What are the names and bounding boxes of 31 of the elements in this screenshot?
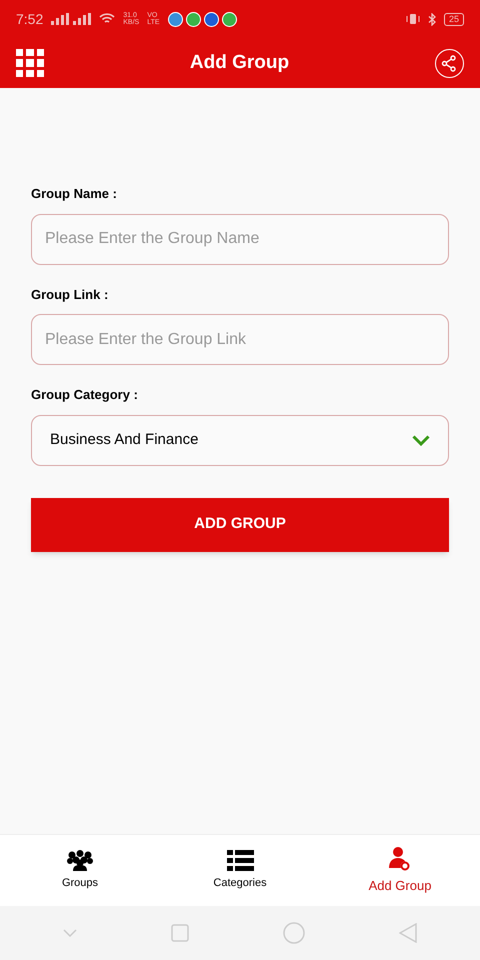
vibrate-icon <box>406 13 420 25</box>
battery-indicator: 25 <box>444 12 464 26</box>
list-icon <box>226 850 254 871</box>
home-icon[interactable] <box>283 922 305 944</box>
signal-icon <box>51 13 92 25</box>
nav-tab[interactable]: Add Group <box>368 876 432 896</box>
wifi-icon <box>99 13 116 25</box>
field-label: Group Category : <box>31 386 139 404</box>
category-dropdown[interactable]: Business And Finance <box>31 414 449 466</box>
field-label: Group Link : <box>31 286 110 304</box>
app-notification-icon <box>168 12 183 26</box>
add-group-button[interactable]: ADD GROUP <box>31 498 449 552</box>
bluetooth-icon <box>428 12 436 26</box>
page-title: Add Group <box>190 50 290 75</box>
text-input-field[interactable]: Please Enter the Group Link <box>31 314 449 365</box>
text-input-field[interactable]: Please Enter the Group Name <box>31 214 449 264</box>
clock-text: 7:52 <box>16 10 44 28</box>
user-add-icon <box>388 846 412 872</box>
app-notification-icon <box>186 12 201 26</box>
chevron-down-icon[interactable] <box>63 929 77 937</box>
square-icon[interactable] <box>171 924 189 942</box>
chevron-down-icon <box>412 434 430 446</box>
menu-icon[interactable] <box>16 49 44 77</box>
app-notification-icon <box>222 12 237 26</box>
nav-tab[interactable]: Groups <box>62 875 98 892</box>
field-label: Group Name : <box>31 185 118 203</box>
back-icon[interactable] <box>399 923 417 943</box>
share-icon[interactable] <box>434 48 464 78</box>
app-notification-icon <box>204 12 219 26</box>
nav-tab[interactable]: Categories <box>213 874 267 892</box>
people-icon <box>66 849 94 872</box>
